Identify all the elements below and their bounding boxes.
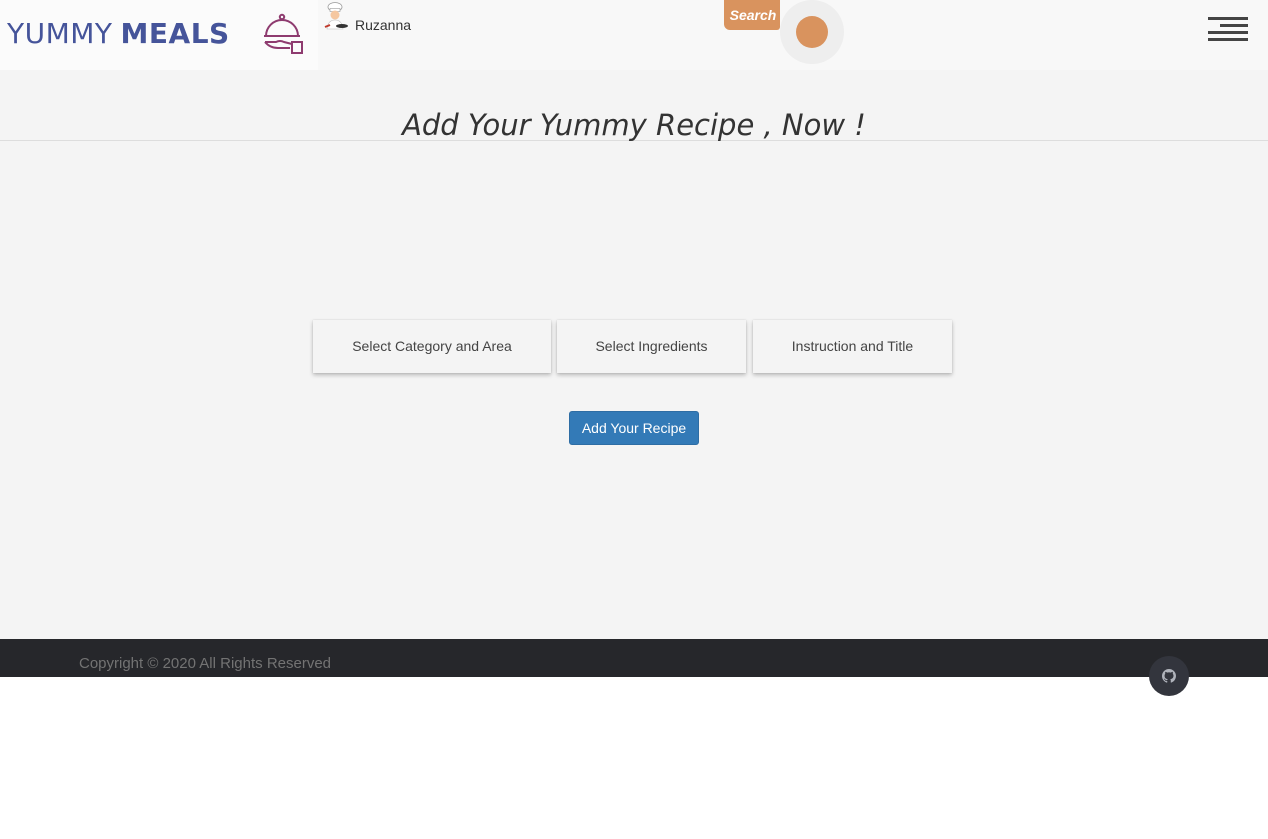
logo-word-yummy: YUMMY [7,17,113,50]
copyright-text: Copyright © 2020 All Rights Reserved [79,655,332,672]
hamburger-menu-icon[interactable] [1208,17,1248,43]
menu-bar-3 [1208,31,1248,34]
chef-avatar-icon [322,1,350,36]
logo-word-meals: MEALS [120,17,230,50]
step-select-category-area[interactable]: Select Category and Area [313,320,551,373]
step-instruction-title[interactable]: Instruction and Title [753,320,952,373]
menu-bar-1 [1208,17,1248,20]
username[interactable]: Ruzanna [355,17,411,33]
logo-text: YUMMY MEALS [7,18,230,50]
search-toggle[interactable] [780,0,844,64]
search-button[interactable]: Search [724,0,780,30]
menu-bar-2 [1220,24,1248,27]
menu-bar-4 [1208,38,1248,41]
footer: Copyright © 2020 All Rights Reserved [0,639,1268,677]
github-icon [1162,669,1176,683]
search-toggle-dot [796,16,828,48]
add-recipe-button[interactable]: Add Your Recipe [569,411,699,445]
step-select-ingredients[interactable]: Select Ingredients [557,320,746,373]
logo[interactable]: YUMMY MEALS [0,0,318,70]
page-title: Add Your Yummy Recipe , Now ! [402,108,866,142]
github-link[interactable] [1149,656,1189,696]
main-content: Add Your Yummy Recipe , Now ! Select Cat… [0,70,1268,639]
top-navbar: YUMMY MEALS Ruzanna Search [0,0,1268,70]
serving-cloche-icon [262,13,304,60]
